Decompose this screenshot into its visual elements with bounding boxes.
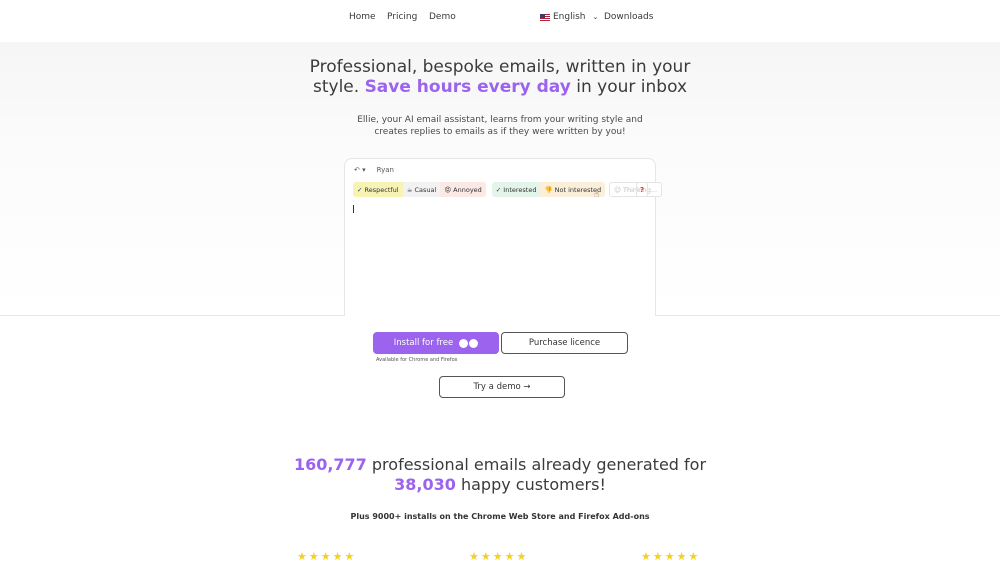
us-flag-icon xyxy=(540,13,550,21)
hero-subtitle: Ellie, your AI email assistant, learns f… xyxy=(0,114,1000,138)
chevron-down-icon: ⌄ xyxy=(592,13,599,21)
nav-downloads[interactable]: Downloads xyxy=(604,12,653,22)
hero-title-accent: Save hours every day xyxy=(364,77,571,97)
rating-stars: ★★★★★ xyxy=(469,550,529,563)
chip-casual[interactable]: ☕ Casual xyxy=(402,182,441,197)
installs-note: Plus 9000+ installs on the Chrome Web St… xyxy=(350,512,650,521)
emails-text: professional emails already generated fo… xyxy=(366,455,707,474)
chrome-icon xyxy=(459,338,469,348)
chip-interested[interactable]: ✓ Interested xyxy=(491,182,541,197)
language-label: English xyxy=(553,12,586,22)
chip-respectful[interactable]: ✓ Respectful xyxy=(353,182,403,197)
availability-note: Available for Chrome and Firefox xyxy=(376,357,458,363)
hero-title-end: in your inbox xyxy=(570,77,688,97)
hero-title: Professional, bespoke emails, written in… xyxy=(0,57,1000,97)
try-demo-button[interactable]: Try a demo → xyxy=(439,376,565,398)
rating-stars: ★★★★★ xyxy=(641,550,701,563)
stats-heading: 160,777 professional emails already gene… xyxy=(0,455,1000,495)
chip-annoyed[interactable]: 😡 Annoyed xyxy=(440,182,486,197)
install-label: Install for free xyxy=(393,338,454,348)
nav-home[interactable]: Home xyxy=(349,12,376,22)
language-selector[interactable]: English ⌄ xyxy=(540,12,598,22)
help-button[interactable]: ? xyxy=(636,182,648,197)
reply-icon[interactable]: ↶ ▾ xyxy=(354,166,366,174)
email-demo-card: ↶ ▾ Ryan ✓ Respectful ☕ Casual 😡 Annoyed… xyxy=(344,158,663,316)
nav-demo[interactable]: Demo xyxy=(429,12,456,22)
install-button[interactable]: Install for free xyxy=(373,332,499,354)
hero-subtitle-text: Ellie, your AI email assistant, learns f… xyxy=(357,115,643,137)
customers-count: 38,030 xyxy=(394,475,456,494)
emails-count: 160,777 xyxy=(293,455,367,474)
purchase-licence-button[interactable]: Purchase licence xyxy=(501,332,628,354)
tone-chips: ✓ Respectful ☕ Casual 😡 Annoyed ✓ Intere… xyxy=(353,182,663,197)
firefox-icon xyxy=(469,338,479,348)
rating-stars: ★★★★★ xyxy=(297,550,357,563)
reply-row: ↶ ▾ Ryan xyxy=(354,166,394,174)
recipient-name: Ryan xyxy=(376,166,394,174)
hand-cursor-icon: ☝ xyxy=(594,190,600,200)
text-caret[interactable] xyxy=(353,205,354,213)
nav-pricing[interactable]: Pricing xyxy=(387,12,417,22)
customers-text: happy customers! xyxy=(455,475,606,494)
top-nav: Home Pricing Demo English ⌄ Downloads xyxy=(0,0,1000,42)
